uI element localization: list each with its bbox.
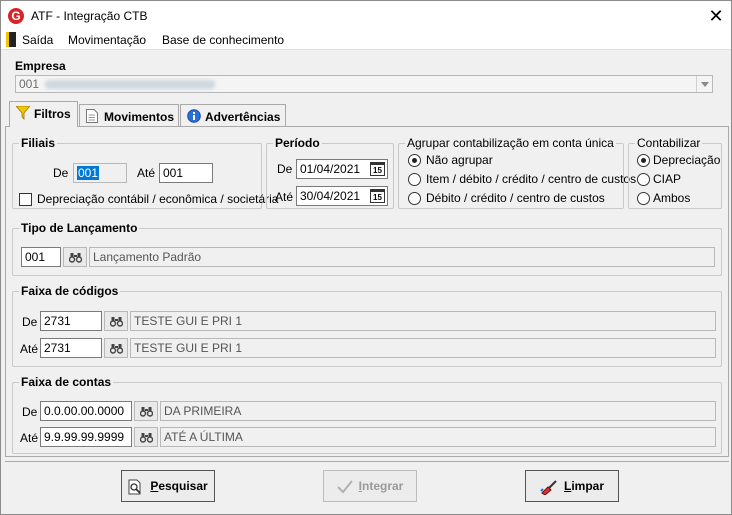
periodo-group: Período De 01/04/2021 15 Até 30/04/2021 … xyxy=(266,136,394,209)
integrar-button[interactable]: Integrar xyxy=(323,470,417,502)
faixa-codigos-from-input[interactable]: 2731 xyxy=(40,311,102,331)
contabilizar-title: Contabilizar xyxy=(635,136,703,150)
periodo-to-label: Até xyxy=(275,190,294,204)
chevron-down-icon[interactable] xyxy=(696,76,712,92)
agrupar-group: Agrupar contabilização em conta única Nã… xyxy=(398,136,636,209)
tipo-lancamento-title: Tipo de Lançamento xyxy=(19,221,140,235)
agrupar-radio-debito[interactable] xyxy=(408,192,421,205)
tab-advertencias[interactable]: Advertências xyxy=(180,104,286,126)
faixa-contas-from-input[interactable]: 0.0.00.00.0000 xyxy=(40,401,132,421)
tipo-lancamento-lookup-button[interactable] xyxy=(63,247,87,267)
menu-knowledge-base[interactable]: Base de conhecimento xyxy=(162,33,284,47)
agrupar-radio-nao-agrupar[interactable] xyxy=(408,154,421,167)
binoculars-icon xyxy=(110,317,123,327)
empresa-select[interactable]: 001 xyxy=(15,75,713,93)
faixa-contas-to-label: Até xyxy=(20,431,39,445)
contabilizar-radio-depreciacao[interactable] xyxy=(637,154,650,167)
tipo-lancamento-description: Lançamento Padrão xyxy=(89,247,715,267)
calendar-icon[interactable]: 15 xyxy=(370,162,385,176)
faixa-codigos-group: Faixa de códigos De 2731 TESTE GUI E PRI… xyxy=(12,284,722,367)
periodo-from-date-input[interactable]: 01/04/2021 15 xyxy=(296,159,388,179)
tipo-lancamento-group: Tipo de Lançamento 001 Lançamento Padrão xyxy=(12,221,722,276)
tab-filtros-label: Filtros xyxy=(34,107,71,121)
faixa-contas-to-description: ATÉ A ÚLTIMA xyxy=(160,427,716,447)
filiais-title: Filiais xyxy=(19,136,58,150)
periodo-to-value: 30/04/2021 xyxy=(300,189,361,203)
depreciacao-checkbox-label: Depreciação contábil / econômica / socie… xyxy=(37,192,279,206)
filiais-to-input[interactable]: 001 xyxy=(159,163,213,183)
calendar-icon[interactable]: 15 xyxy=(370,189,385,203)
agrupar-option-label: Débito / crédito / centro de custos xyxy=(426,191,605,205)
window-title: ATF - Integração CTB xyxy=(31,9,148,23)
contabilizar-radio-ambos[interactable] xyxy=(637,192,650,205)
agrupar-radio-item[interactable] xyxy=(408,173,421,186)
periodo-from-label: De xyxy=(277,162,293,176)
agrupar-option-label: Item / débito / crédito / centro de cust… xyxy=(426,172,637,186)
close-button[interactable]: ✕ xyxy=(701,1,731,31)
empresa-label: Empresa xyxy=(15,59,66,73)
periodo-to-date-input[interactable]: 30/04/2021 15 xyxy=(296,186,388,206)
exit-door-icon xyxy=(6,32,16,47)
info-icon xyxy=(187,109,201,123)
footer-separator xyxy=(5,461,729,462)
limpar-button[interactable]: Limpar xyxy=(525,470,619,502)
faixa-contas-to-lookup-button[interactable] xyxy=(134,427,158,447)
eraser-brush-icon xyxy=(540,480,557,495)
app-window: G ATF - Integração CTB ✕ Saída Movimenta… xyxy=(0,0,732,515)
binoculars-icon xyxy=(110,344,123,354)
search-document-icon xyxy=(128,479,141,495)
app-logo-icon: G xyxy=(8,8,24,24)
agrupar-title: Agrupar contabilização em conta única xyxy=(405,136,616,150)
tipo-lancamento-code-input[interactable]: 001 xyxy=(21,247,61,267)
agrupar-option-label: Não agrupar xyxy=(426,153,493,167)
filiais-from-label: De xyxy=(53,166,69,180)
filtros-panel: Filiais De 001 Até 001 Depreciação contá… xyxy=(5,126,729,457)
faixa-codigos-to-lookup-button[interactable] xyxy=(104,338,128,358)
menu-bar: Saída Movimentação Base de conhecimento xyxy=(1,31,731,50)
binoculars-icon xyxy=(140,407,153,417)
filter-icon xyxy=(15,105,31,120)
contabilizar-option-label: Ambos xyxy=(653,191,691,205)
faixa-codigos-to-input[interactable]: 2731 xyxy=(40,338,102,358)
tab-movimentos[interactable]: Movimentos xyxy=(79,104,179,126)
contabilizar-group: Contabilizar Depreciação CIAP Ambos xyxy=(628,136,722,209)
document-icon xyxy=(86,109,98,123)
faixa-contas-from-lookup-button[interactable] xyxy=(134,401,158,421)
faixa-codigos-to-description: TESTE GUI E PRI 1 xyxy=(130,338,716,358)
periodo-from-value: 01/04/2021 xyxy=(300,162,361,176)
binoculars-icon xyxy=(69,253,82,263)
empresa-name-redacted xyxy=(45,80,216,90)
faixa-contas-from-description: DA PRIMEIRA xyxy=(160,401,716,421)
title-bar: G ATF - Integração CTB ✕ xyxy=(1,1,731,31)
faixa-contas-group: Faixa de contas De 0.0.00.00.0000 DA PRI… xyxy=(12,375,722,454)
faixa-contas-title: Faixa de contas xyxy=(19,375,114,389)
filiais-to-label: Até xyxy=(137,166,156,180)
faixa-codigos-title: Faixa de códigos xyxy=(19,284,121,298)
tab-filtros[interactable]: Filtros xyxy=(9,101,78,127)
empresa-code: 001 xyxy=(19,77,40,91)
contabilizar-option-label: Depreciação xyxy=(653,153,721,167)
depreciacao-checkbox[interactable] xyxy=(19,193,32,206)
faixa-contas-to-input[interactable]: 9.9.99.99.9999 xyxy=(40,427,132,447)
menu-exit[interactable]: Saída xyxy=(22,33,53,47)
faixa-codigos-from-description: TESTE GUI E PRI 1 xyxy=(130,311,716,331)
filiais-group: Filiais De 001 Até 001 Depreciação contá… xyxy=(12,136,278,209)
binoculars-icon xyxy=(140,433,153,443)
contabilizar-radio-ciap[interactable] xyxy=(637,173,650,186)
faixa-contas-from-label: De xyxy=(22,405,38,419)
pesquisar-button[interactable]: Pesquisar xyxy=(121,470,215,502)
faixa-codigos-from-lookup-button[interactable] xyxy=(104,311,128,331)
close-icon: ✕ xyxy=(708,6,724,26)
contabilizar-option-label: CIAP xyxy=(653,172,682,186)
faixa-codigos-to-label: Até xyxy=(20,342,39,356)
tab-movimentos-label: Movimentos xyxy=(104,110,175,124)
checkmark-icon xyxy=(336,480,353,494)
filiais-from-input[interactable]: 001 xyxy=(73,163,127,183)
periodo-title: Período xyxy=(273,136,322,150)
menu-movements[interactable]: Movimentação xyxy=(68,33,146,47)
tab-advertencias-label: Advertências xyxy=(205,110,281,124)
faixa-codigos-from-label: De xyxy=(22,315,38,329)
